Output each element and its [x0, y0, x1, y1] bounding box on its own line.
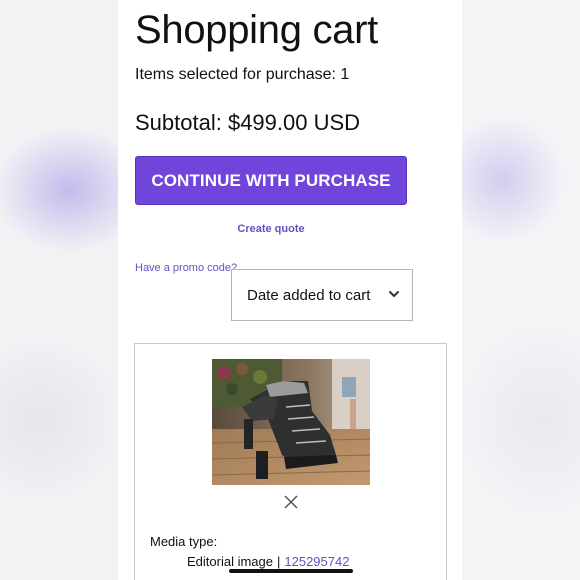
media-type-label: Media type: — [150, 534, 218, 549]
home-indicator — [229, 569, 353, 573]
create-quote-link[interactable]: Create quote — [118, 223, 424, 235]
continue-with-purchase-button[interactable]: CONTINUE WITH PURCHASE — [135, 156, 407, 205]
chevron-down-icon — [389, 291, 399, 297]
cart-item-card: Media type: Editorial image | 125295742 — [134, 343, 447, 580]
cart-page: Shopping cart Items selected for purchas… — [118, 0, 462, 580]
promo-code-link[interactable]: Have a promo code? — [135, 262, 237, 274]
media-type-value: Editorial image — [187, 554, 273, 569]
background-blur-left — [0, 0, 118, 580]
background-blur-right — [462, 0, 580, 580]
items-selected-count: Items selected for purchase: 1 — [135, 66, 350, 83]
subtotal: Subtotal: $499.00 USD — [135, 110, 361, 135]
sort-selected-value: Date added to cart — [247, 286, 371, 304]
media-id-link[interactable]: 125295742 — [284, 554, 349, 569]
page-title: Shopping cart — [135, 8, 378, 52]
close-icon[interactable] — [283, 494, 299, 510]
media-separator: | — [277, 554, 281, 569]
product-thumbnail[interactable] — [212, 359, 370, 485]
media-type-row: Editorial image | 125295742 — [187, 554, 349, 569]
sort-select[interactable]: Date added to cart — [231, 269, 413, 321]
